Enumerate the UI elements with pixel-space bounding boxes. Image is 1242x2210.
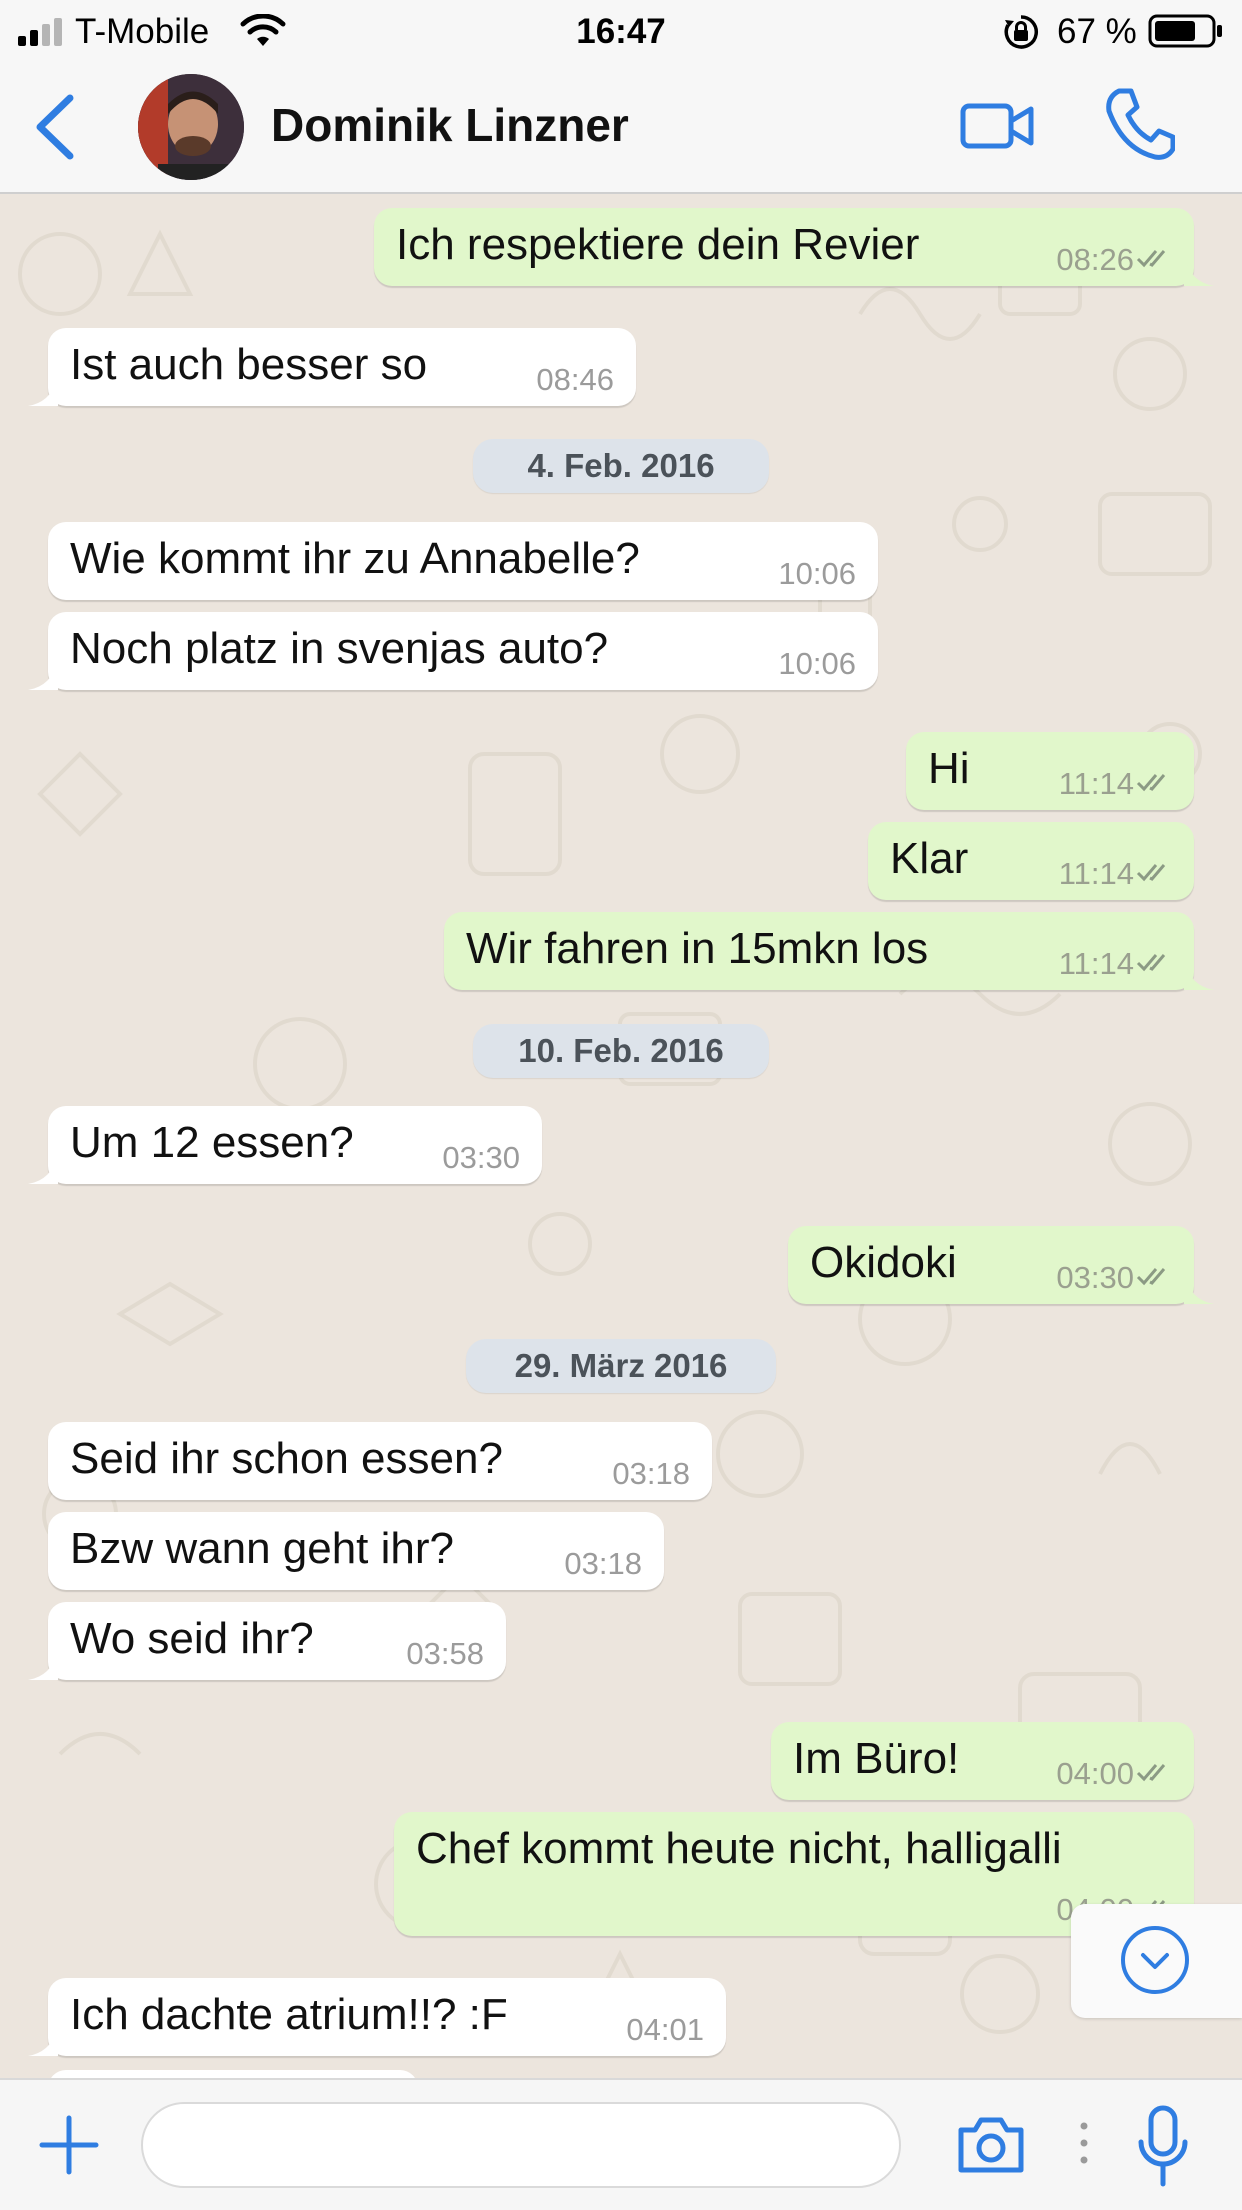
outgoing-message[interactable]: Im Büro! 04:00 — [771, 1722, 1194, 1800]
chat-header: Dominik Linzner — [0, 62, 1242, 194]
chevron-down-circle-icon — [1121, 1926, 1189, 1994]
phone-call-icon[interactable] — [1105, 87, 1175, 161]
battery-percentage: 67 % — [1057, 12, 1137, 51]
message-time: 03:30 — [1056, 1260, 1134, 1295]
outgoing-message[interactable]: Klar 11:14 — [868, 822, 1194, 900]
read-receipt-ticks-icon — [1136, 1268, 1166, 1286]
read-receipt-ticks-icon — [1136, 864, 1166, 882]
message-time: 08:46 — [536, 362, 614, 397]
contact-name[interactable]: Dominik Linzner — [271, 98, 629, 152]
composer-bar — [0, 2078, 1242, 2210]
plus-icon[interactable] — [38, 2114, 100, 2176]
bubble-tail — [28, 660, 58, 690]
video-call-icon[interactable] — [960, 94, 1036, 158]
date-separator: 10. Feb. 2016 — [473, 1024, 769, 1078]
message-text: Okidoki — [810, 1238, 957, 1287]
microphone-icon[interactable] — [1135, 2104, 1191, 2190]
message-time: 11:14 — [1058, 946, 1134, 981]
status-bar: T-Mobile 16:47 67 % — [0, 0, 1242, 62]
battery-icon — [1148, 14, 1222, 48]
incoming-message[interactable]: Ist auch besser so 08:46 — [28, 328, 636, 406]
message-time: 08:26 — [1056, 242, 1134, 277]
message-time: 10:06 — [778, 646, 856, 681]
message-text: Hi — [928, 744, 970, 793]
message-text: Ich dachte atrium!!? :F — [70, 1990, 508, 2039]
scroll-to-bottom-button[interactable] — [1071, 1904, 1242, 2018]
incoming-message-partial — [48, 2070, 418, 2078]
incoming-message[interactable]: Wo seid ihr? 03:58 — [28, 1602, 506, 1680]
message-text: Ich respektiere dein Revier — [396, 220, 920, 269]
bubble-tail — [28, 1650, 58, 1680]
message-time: 04:00 — [1056, 1756, 1134, 1791]
incoming-message[interactable]: Um 12 essen? 03:30 — [28, 1106, 542, 1184]
incoming-message[interactable]: Seid ihr schon essen? 03:18 — [48, 1422, 712, 1500]
orientation-lock-icon — [1004, 15, 1038, 49]
message-time: 04:01 — [626, 2012, 704, 2047]
message-text: Ist auch besser so — [70, 340, 428, 389]
message-list[interactable]: Ich respektiere dein Revier 08:26 Ist au… — [0, 194, 1242, 2078]
bubble-tail — [1184, 1274, 1214, 1304]
bubble-tail — [1184, 960, 1214, 990]
camera-icon[interactable] — [955, 2114, 1027, 2176]
incoming-message[interactable]: Noch platz in svenjas auto? 10:06 — [28, 612, 878, 690]
more-dots-icon — [1080, 2122, 1088, 2164]
back-chevron-icon[interactable] — [30, 92, 80, 162]
read-receipt-ticks-icon — [1136, 250, 1166, 268]
contact-avatar[interactable] — [138, 74, 244, 180]
incoming-message[interactable]: Ich dachte atrium!!? :F 04:01 — [28, 1978, 726, 2056]
message-time: 03:18 — [564, 1546, 642, 1581]
message-text: Wie kommt ihr zu Annabelle? — [70, 534, 640, 583]
message-time: 03:58 — [406, 1636, 484, 1671]
message-input[interactable] — [141, 2102, 901, 2188]
date-separator: 4. Feb. 2016 — [473, 439, 769, 493]
outgoing-message[interactable]: Okidoki 03:30 — [788, 1226, 1214, 1304]
message-text: Klar — [890, 834, 969, 883]
message-text: Seid ihr schon essen? — [70, 1434, 503, 1483]
incoming-message[interactable]: Bzw wann geht ihr? 03:18 — [48, 1512, 664, 1590]
message-text: Noch platz in svenjas auto? — [70, 624, 609, 673]
message-text: Chef kommt heute nicht, halligalli — [416, 1824, 1062, 1873]
message-text: Wir fahren in 15mkn los — [466, 924, 929, 973]
bubble-tail — [28, 376, 58, 406]
message-text: Im Büro! — [793, 1734, 960, 1783]
outgoing-message[interactable]: Hi 11:14 — [906, 732, 1194, 810]
message-time: 11:14 — [1058, 766, 1134, 801]
incoming-message[interactable]: Wie kommt ihr zu Annabelle? 10:06 — [48, 522, 878, 600]
message-time: 11:14 — [1058, 856, 1134, 891]
bubble-tail — [1184, 256, 1214, 286]
bubble-tail — [28, 2026, 58, 2056]
read-receipt-ticks-icon — [1136, 774, 1166, 792]
clock: 16:47 — [576, 12, 666, 51]
message-time: 03:18 — [612, 1456, 690, 1491]
message-time: 03:30 — [442, 1140, 520, 1175]
message-text: Um 12 essen? — [70, 1118, 354, 1167]
message-text: Wo seid ihr? — [70, 1614, 314, 1663]
read-receipt-ticks-icon — [1136, 1764, 1166, 1782]
read-receipt-ticks-icon — [1136, 954, 1166, 972]
bubble-tail — [28, 1154, 58, 1184]
outgoing-message[interactable]: Ich respektiere dein Revier 08:26 — [374, 208, 1214, 286]
avatar-photo — [138, 74, 244, 180]
date-separator: 29. März 2016 — [466, 1339, 776, 1393]
message-text: Bzw wann geht ihr? — [70, 1524, 454, 1573]
message-time: 10:06 — [778, 556, 856, 591]
outgoing-message[interactable]: Wir fahren in 15mkn los 11:14 — [444, 912, 1214, 990]
